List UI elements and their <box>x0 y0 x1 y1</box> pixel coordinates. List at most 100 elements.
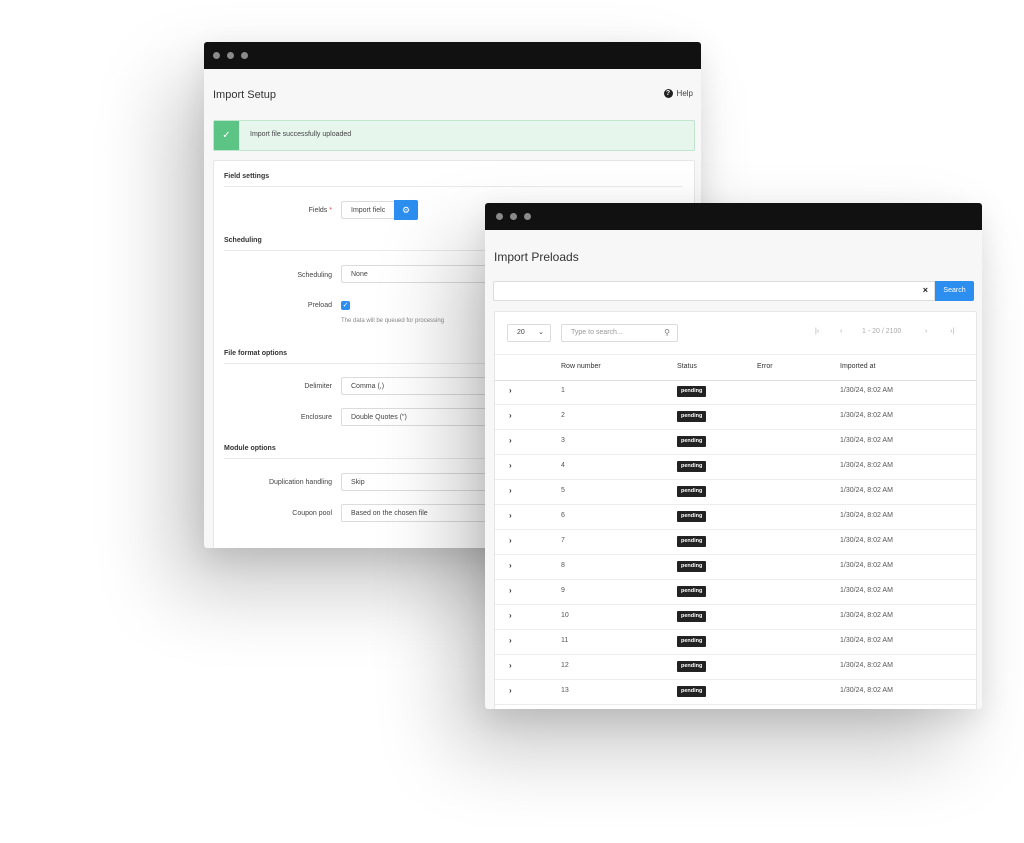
first-page-icon[interactable]: |‹ <box>815 328 819 335</box>
filter-placeholder: Type to search... <box>571 329 623 336</box>
help-label: Help <box>676 89 693 98</box>
status-badge: pending <box>677 461 707 472</box>
window-dot-minimize[interactable] <box>510 213 517 220</box>
row-number: 6 <box>561 512 565 519</box>
row-number: 5 <box>561 487 565 494</box>
table-row[interactable]: › 2 pending 1/30/24, 8:02 AM <box>495 404 976 430</box>
table-row[interactable]: › 5 pending 1/30/24, 8:02 AM <box>495 479 976 505</box>
status-badge: pending <box>677 536 707 547</box>
prev-page-icon[interactable]: ‹ <box>840 328 842 335</box>
fields-settings-button[interactable]: ⚙ <box>394 200 418 220</box>
row-number: 7 <box>561 537 565 544</box>
row-number: 13 <box>561 687 569 694</box>
imported-at: 1/30/24, 8:02 AM <box>840 437 893 444</box>
scheduling-label: Scheduling <box>297 272 332 279</box>
table-header: Row number Status Error Imported at <box>495 354 976 381</box>
window-dot-minimize[interactable] <box>227 52 234 59</box>
chevron-right-icon[interactable]: › <box>509 386 512 395</box>
row-number: 10 <box>561 612 569 619</box>
status-badge: pending <box>677 486 707 497</box>
table-row[interactable]: › 8 pending 1/30/24, 8:02 AM <box>495 554 976 580</box>
chevron-right-icon[interactable]: › <box>509 436 512 445</box>
preload-checkbox[interactable]: ✓ <box>341 301 350 310</box>
import-preloads-window: Import Preloads × Search 20 ⌄ Type to se… <box>485 203 982 709</box>
status-badge: pending <box>677 636 707 647</box>
fields-input[interactable]: Import fielc <box>341 201 395 219</box>
chevron-right-icon[interactable]: › <box>509 636 512 645</box>
filter-input[interactable]: Type to search... ⚲ <box>561 324 678 342</box>
imported-at: 1/30/24, 8:02 AM <box>840 637 893 644</box>
table-row[interactable]: › 9 pending 1/30/24, 8:02 AM <box>495 579 976 605</box>
chevron-right-icon[interactable]: › <box>509 561 512 570</box>
imported-at: 1/30/24, 8:02 AM <box>840 562 893 569</box>
imported-at: 1/30/24, 8:02 AM <box>840 662 893 669</box>
status-badge: pending <box>677 561 707 572</box>
table-row[interactable]: › 13 pending 1/30/24, 8:02 AM <box>495 679 976 705</box>
status-badge: pending <box>677 411 707 422</box>
imported-at: 1/30/24, 8:02 AM <box>840 687 893 694</box>
table-row[interactable]: › 10 pending 1/30/24, 8:02 AM <box>495 604 976 630</box>
question-circle-icon: ? <box>663 89 673 98</box>
chevron-right-icon[interactable]: › <box>509 536 512 545</box>
imported-at: 1/30/24, 8:02 AM <box>840 487 893 494</box>
imported-at: 1/30/24, 8:02 AM <box>840 412 893 419</box>
table-row[interactable]: › 4 pending 1/30/24, 8:02 AM <box>495 454 976 480</box>
table-row[interactable]: › 12 pending 1/30/24, 8:02 AM <box>495 654 976 680</box>
row-number: 4 <box>561 462 565 469</box>
check-icon: ✓ <box>214 121 239 150</box>
col-row-number[interactable]: Row number <box>561 363 601 370</box>
chevron-right-icon[interactable]: › <box>509 511 512 520</box>
table-row[interactable]: › 11 pending 1/30/24, 8:02 AM <box>495 629 976 655</box>
status-badge: pending <box>677 661 707 672</box>
pagination-text: 1 - 20 / 2100 <box>862 328 902 335</box>
window-dot-maximize[interactable] <box>241 52 248 59</box>
chevron-right-icon[interactable]: › <box>509 586 512 595</box>
search-button[interactable]: Search <box>935 281 974 301</box>
status-badge: pending <box>677 436 707 447</box>
row-number: 3 <box>561 437 565 444</box>
page-title: Import Setup <box>213 89 276 101</box>
table-row[interactable]: › 7 pending 1/30/24, 8:02 AM <box>495 529 976 555</box>
preload-label: Preload <box>307 302 332 309</box>
search-input[interactable]: × <box>493 281 935 301</box>
status-badge: pending <box>677 586 707 597</box>
preloads-table-card: 20 ⌄ Type to search... ⚲ |‹ ‹ 1 - 20 / 2… <box>494 311 977 709</box>
window-dot-close[interactable] <box>496 213 503 220</box>
chevron-right-icon[interactable]: › <box>509 486 512 495</box>
chevron-right-icon[interactable]: › <box>509 661 512 670</box>
window-dot-close[interactable] <box>213 52 220 59</box>
last-page-icon[interactable]: ›| <box>950 328 954 335</box>
success-alert: ✓ Import file successfully uploaded <box>213 120 695 151</box>
row-number: 8 <box>561 562 565 569</box>
status-badge: pending <box>677 511 707 522</box>
chevron-right-icon[interactable]: › <box>509 611 512 620</box>
chevron-right-icon[interactable]: › <box>509 411 512 420</box>
search-icon: ⚲ <box>664 328 670 337</box>
chevron-right-icon[interactable]: › <box>509 461 512 470</box>
page-size-select[interactable]: 20 ⌄ <box>507 324 551 342</box>
row-number: 12 <box>561 662 569 669</box>
gear-icon: ⚙ <box>401 205 411 215</box>
window-titlebar <box>485 203 982 230</box>
close-icon[interactable]: × <box>923 285 928 295</box>
table-row[interactable]: › 1 pending 1/30/24, 8:02 AM <box>495 379 976 405</box>
table-row[interactable]: › 6 pending 1/30/24, 8:02 AM <box>495 504 976 530</box>
next-page-icon[interactable]: › <box>925 328 927 335</box>
fields-label: Fields * <box>308 207 332 214</box>
chevron-right-icon[interactable]: › <box>509 686 512 695</box>
window-dot-maximize[interactable] <box>524 213 531 220</box>
help-link[interactable]: ? Help <box>663 89 693 98</box>
page-title: Import Preloads <box>494 250 579 264</box>
enclosure-label: Enclosure <box>300 414 332 421</box>
imported-at: 1/30/24, 8:02 AM <box>840 587 893 594</box>
imported-at: 1/30/24, 8:02 AM <box>840 512 893 519</box>
status-badge: pending <box>677 686 707 697</box>
page-size-value: 20 <box>517 329 525 336</box>
status-badge: pending <box>677 386 707 397</box>
col-imported-at[interactable]: Imported at <box>840 363 875 370</box>
col-status[interactable]: Status <box>677 363 697 370</box>
col-error[interactable]: Error <box>757 363 773 370</box>
imported-at: 1/30/24, 8:02 AM <box>840 612 893 619</box>
table-row[interactable]: › 3 pending 1/30/24, 8:02 AM <box>495 429 976 455</box>
delimiter-label: Delimiter <box>304 383 332 390</box>
